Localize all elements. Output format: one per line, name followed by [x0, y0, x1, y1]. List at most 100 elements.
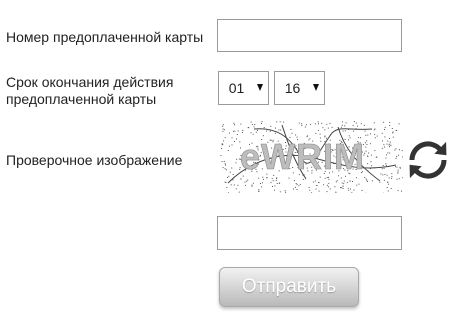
captcha-noise-dot	[235, 188, 237, 190]
captcha-noise-dot	[301, 123, 303, 125]
captcha-noise-dot	[342, 185, 344, 187]
captcha-noise-dot	[227, 177, 228, 178]
captcha-noise-dot	[321, 122, 323, 124]
captcha-noise-dot	[276, 183, 278, 184]
captcha-text: eWRIM	[240, 136, 365, 177]
captcha-noise-dot	[293, 188, 294, 190]
captcha-noise-dot	[261, 122, 262, 124]
captcha-noise-dot	[251, 124, 253, 126]
captcha-noise-dot	[328, 186, 329, 188]
captcha-noise-dot	[401, 150, 403, 152]
captcha-noise-dot	[336, 180, 338, 182]
captcha-noise-dot	[294, 186, 296, 188]
captcha-noise-dot	[391, 173, 393, 175]
captcha-noise-dot	[232, 130, 234, 132]
captcha-noise-dot	[252, 182, 254, 184]
captcha-noise-dot	[364, 142, 366, 144]
captcha-input[interactable]	[217, 216, 402, 250]
expiry-month-select[interactable]: 01	[218, 71, 269, 105]
captcha-noise-dot	[392, 131, 394, 133]
captcha-noise-dot	[316, 185, 318, 186]
chevron-down-icon	[313, 84, 319, 91]
captcha-noise-dot	[401, 190, 402, 192]
captcha-noise-dot	[224, 168, 226, 170]
captcha-noise-dot	[235, 162, 237, 164]
captcha-noise-dot	[383, 167, 385, 169]
captcha-noise-dot	[365, 150, 367, 152]
captcha-noise-dot	[223, 160, 225, 162]
captcha-noise-dot	[227, 150, 229, 151]
captcha-noise-dot	[382, 165, 384, 166]
captcha-noise-dot	[382, 140, 383, 142]
captcha-noise-dot	[387, 140, 389, 142]
captcha-noise-dot	[261, 121, 263, 123]
captcha-noise-dot	[395, 157, 397, 159]
captcha-noise-dot	[356, 184, 358, 186]
captcha-noise-dot	[389, 124, 391, 126]
captcha-noise-dot	[234, 130, 236, 132]
captcha-noise-dot	[319, 133, 321, 135]
captcha-noise-dot	[366, 140, 368, 142]
captcha-noise-dot	[365, 178, 367, 180]
captcha-noise-dot	[353, 130, 355, 132]
expiry-label-line1: Срок окончания действия	[6, 74, 174, 90]
captcha-noise-dot	[280, 129, 282, 131]
captcha-noise-dot	[276, 121, 278, 123]
captcha-noise-dot	[329, 188, 331, 190]
refresh-icon[interactable]	[406, 138, 450, 182]
captcha-noise-dot	[374, 133, 376, 135]
captcha-noise-dot	[240, 178, 242, 180]
captcha-noise-dot	[402, 177, 403, 179]
captcha-noise-dot	[326, 177, 328, 179]
captcha-noise-dot	[261, 186, 263, 188]
captcha-noise-dot	[225, 164, 226, 166]
captcha-noise-dot	[399, 149, 400, 151]
captcha-noise-dot	[232, 174, 234, 175]
expiry-year-value: 16	[284, 80, 301, 96]
captcha-noise-dot	[246, 180, 248, 182]
captcha-noise-dot	[305, 124, 307, 126]
captcha-noise-dot	[392, 136, 394, 138]
captcha-noise-dot	[353, 189, 355, 191]
captcha-noise-dot	[322, 127, 324, 129]
captcha-noise-dot	[310, 123, 312, 125]
captcha-noise-dot	[233, 122, 235, 124]
captcha-noise-dot	[238, 191, 240, 193]
captcha-noise-dot	[299, 183, 301, 185]
captcha-noise-dot	[250, 132, 252, 134]
captcha-noise-dot	[389, 143, 391, 145]
captcha-noise-dot	[328, 176, 329, 178]
captcha-noise-dot	[374, 137, 376, 139]
captcha-noise-dot	[272, 180, 274, 182]
captcha-noise-dot	[324, 129, 326, 131]
captcha-noise-dot	[271, 178, 273, 180]
captcha-noise-dot	[335, 191, 337, 193]
captcha-noise-dot	[241, 132, 243, 133]
captcha-noise-dot	[358, 183, 360, 185]
captcha-noise-dot	[231, 167, 233, 169]
expiry-year-select[interactable]: 16	[274, 71, 325, 105]
captcha-noise-dot	[384, 129, 385, 130]
captcha-noise-dot	[389, 152, 391, 154]
captcha-noise-dot	[389, 121, 391, 123]
captcha-noise-dot	[237, 184, 239, 186]
captcha-noise-dot	[344, 125, 346, 127]
captcha-noise-dot	[284, 190, 286, 192]
captcha-noise-dot	[367, 163, 369, 165]
captcha-noise-dot	[381, 132, 383, 134]
captcha-noise-dot	[296, 189, 298, 190]
captcha-noise-dot	[288, 177, 290, 179]
card-number-input[interactable]	[217, 19, 402, 52]
captcha-noise-dot	[247, 127, 249, 129]
captcha-noise-dot	[230, 184, 232, 186]
captcha-noise-dot	[298, 122, 300, 124]
captcha-noise-dot	[355, 177, 357, 179]
captcha-noise-dot	[272, 186, 273, 187]
captcha-noise-dot	[220, 155, 222, 157]
captcha-noise-dot	[224, 163, 226, 165]
captcha-noise-dot	[371, 180, 373, 182]
submit-button[interactable]: Отправить	[219, 267, 359, 307]
captcha-noise-dot	[396, 166, 398, 168]
captcha-noise-dot	[295, 183, 297, 184]
captcha-noise-dot	[394, 149, 396, 151]
